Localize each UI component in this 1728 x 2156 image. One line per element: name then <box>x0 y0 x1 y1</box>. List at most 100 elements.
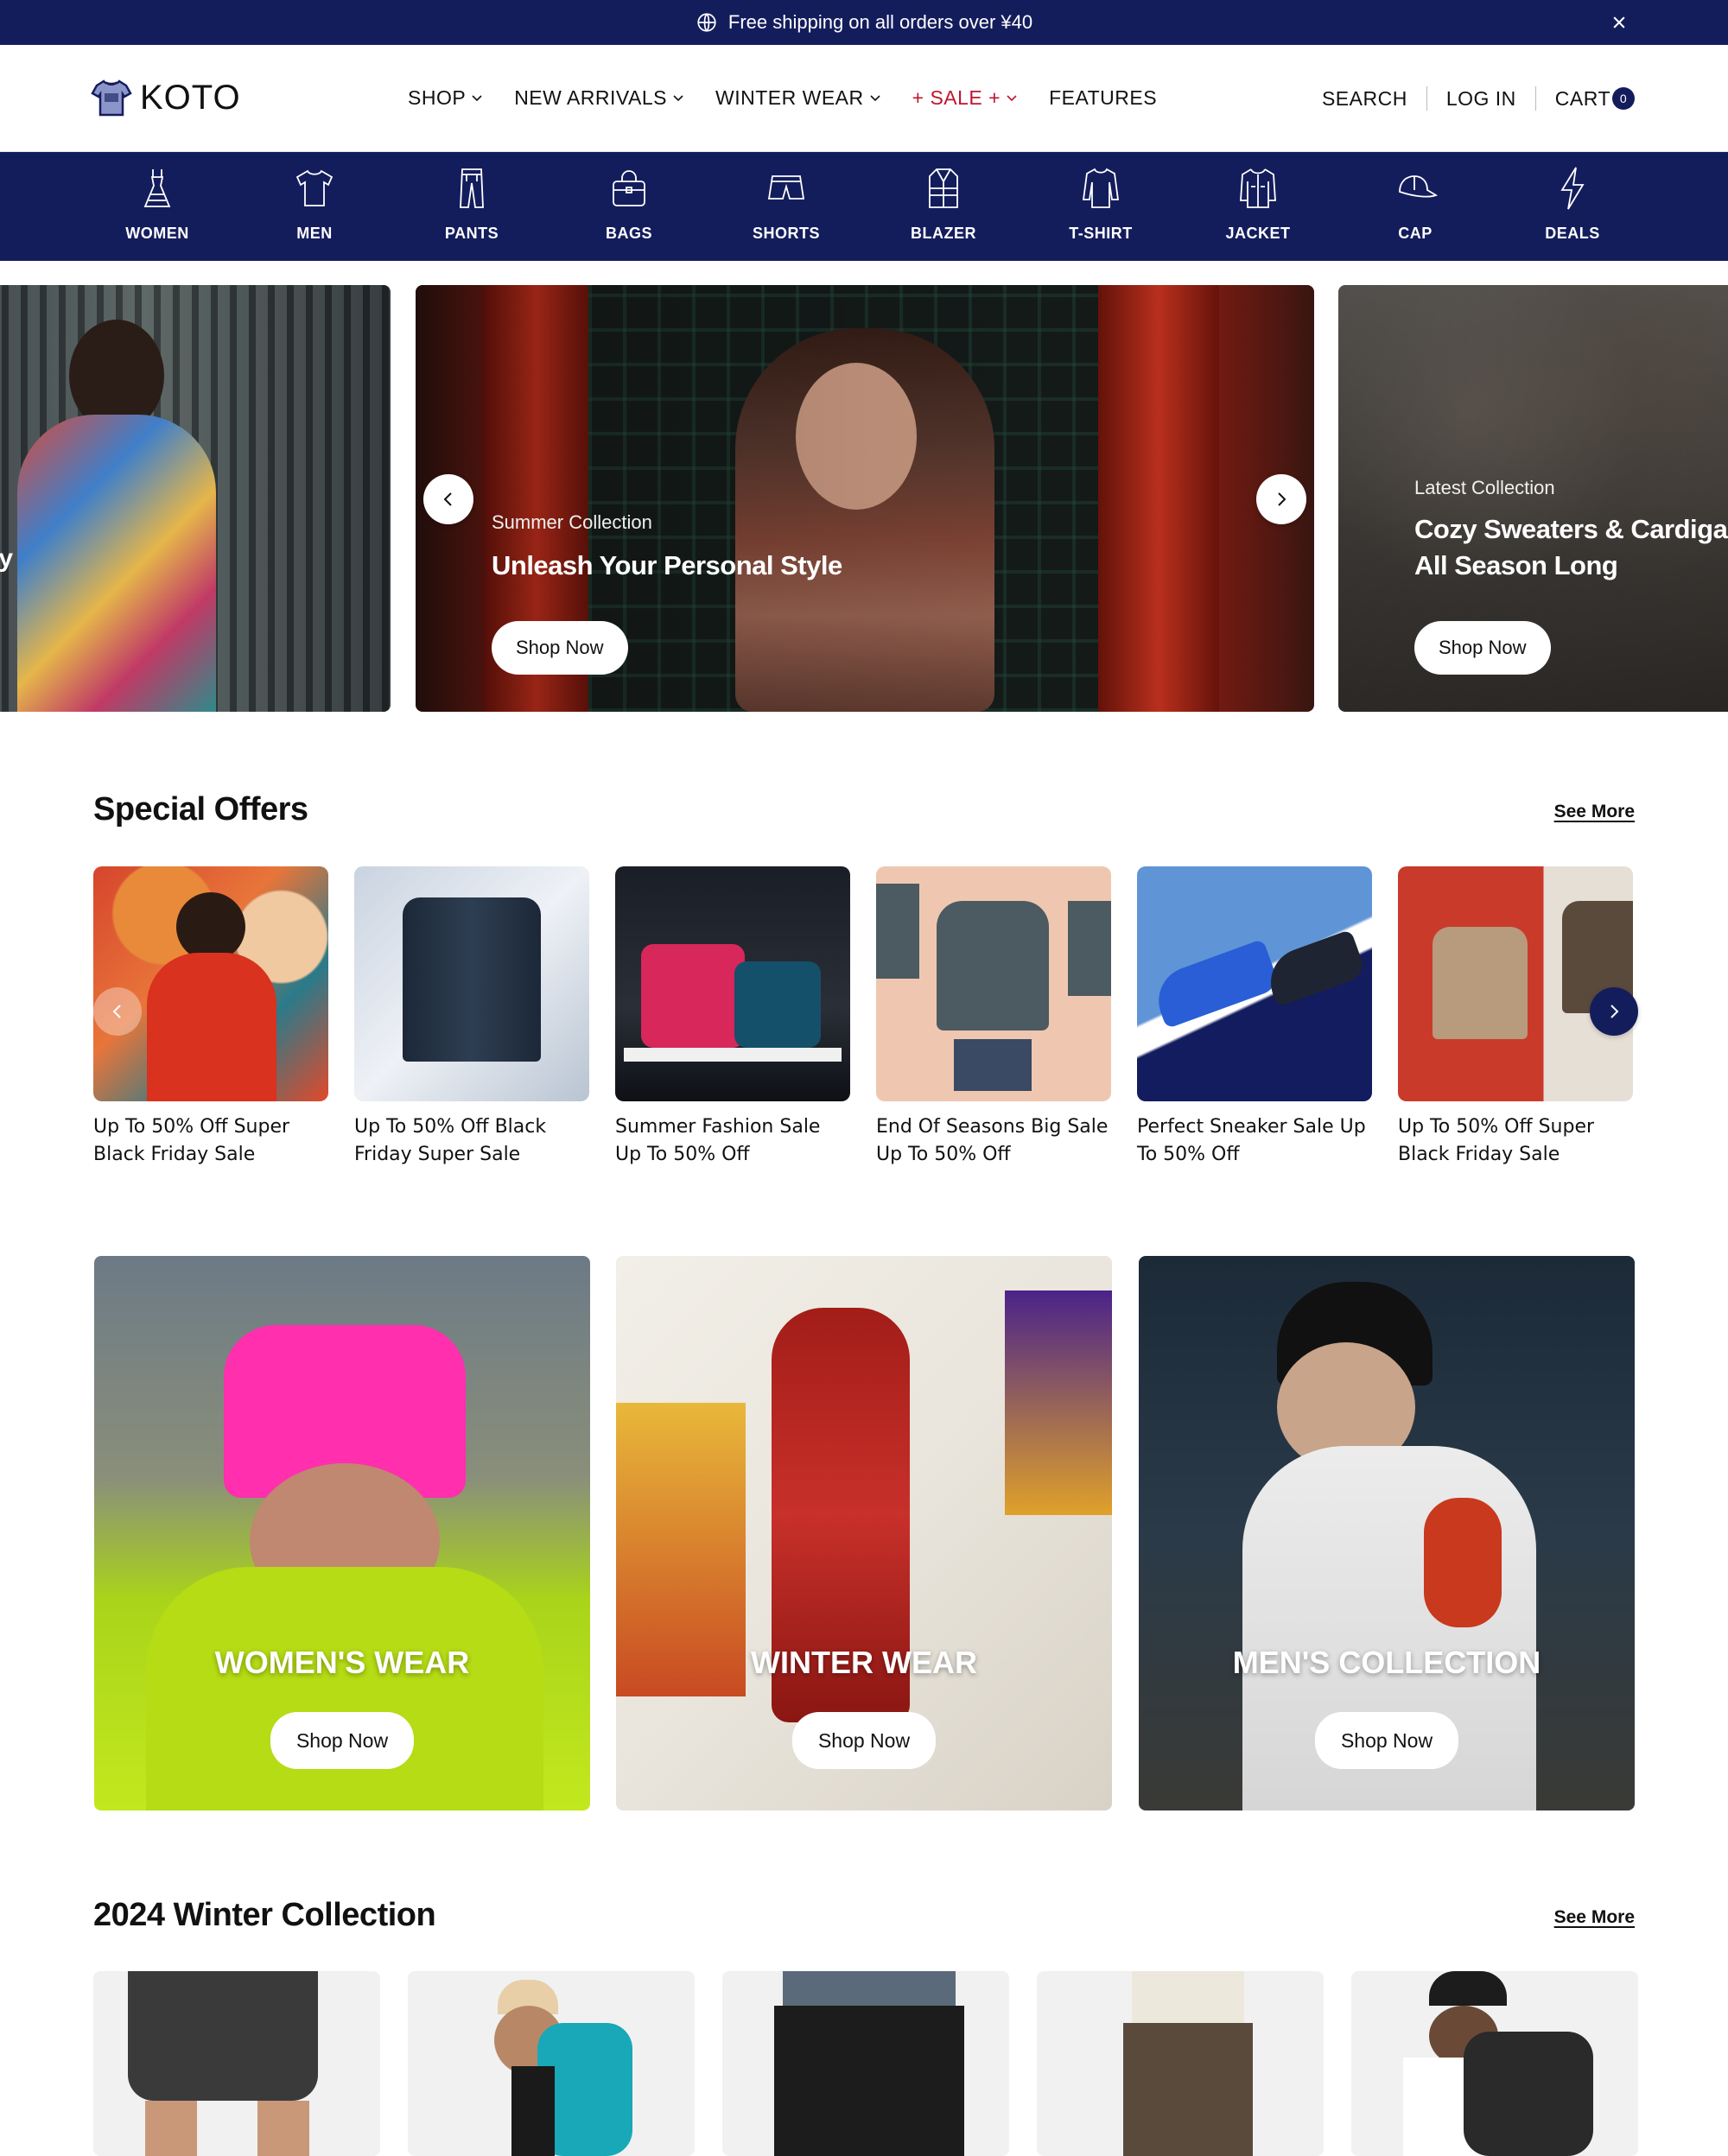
shop-now-button[interactable]: Shop Now <box>1414 621 1551 675</box>
nav-features[interactable]: FEATURES <box>1049 86 1157 110</box>
offer-image <box>1137 866 1372 1101</box>
offer-caption: Up To 50% Off Super Black Friday Sale <box>1398 1113 1633 1169</box>
carousel-prev-button[interactable] <box>93 987 142 1036</box>
site-header: KOTO SHOP NEW ARRIVALS WINTER WEAR + SAL… <box>0 45 1728 152</box>
pants-icon <box>460 168 484 208</box>
shop-now-button[interactable]: Shop Now <box>492 621 628 675</box>
jacket-icon <box>1240 168 1276 208</box>
announcement-text: Free shipping on all orders over ¥40 <box>727 11 1033 33</box>
banner-title: MEN'S COLLECTION <box>1232 1645 1541 1680</box>
product-image <box>1123 2023 1253 2156</box>
chevron-left-icon <box>112 1005 121 1018</box>
login-link[interactable]: LOG IN <box>1446 87 1516 111</box>
banner-title: WOMEN'S WEAR <box>214 1645 470 1680</box>
shop-now-button[interactable]: Shop Now <box>791 1712 937 1769</box>
carousel-next-button[interactable] <box>1590 987 1638 1036</box>
winter-wear-banner[interactable]: WINTER WEAR Shop Now <box>616 1256 1112 1810</box>
category-label: PANTS <box>444 225 499 242</box>
tshirt-icon <box>295 169 334 206</box>
product-image <box>1429 1971 1507 2006</box>
offer-image <box>1398 866 1633 1101</box>
product-card[interactable] <box>93 1971 380 2156</box>
product-image <box>774 2006 964 2156</box>
cart-count-badge: 0 <box>1612 87 1635 110</box>
longsleeve-icon <box>1082 168 1120 208</box>
category-label: BLAZER <box>911 225 976 242</box>
banner-image <box>1005 1290 1112 1515</box>
shop-now-button[interactable]: Shop Now <box>270 1712 415 1769</box>
dress-icon <box>143 169 171 207</box>
category-label: BAGS <box>605 225 652 242</box>
womens-wear-banner[interactable]: WOMEN'S WEAR Shop Now <box>94 1256 590 1810</box>
category-label: JACKET <box>1225 225 1291 242</box>
category-bags[interactable]: BAGS <box>550 152 708 261</box>
product-image <box>145 2101 197 2156</box>
blazer-icon <box>929 168 958 208</box>
search-link[interactable]: SEARCH <box>1322 87 1407 111</box>
offer-caption-line: Black Friday Sale <box>93 1144 256 1165</box>
close-icon[interactable] <box>1607 10 1631 35</box>
slider-next-button[interactable] <box>1256 474 1306 524</box>
offer-image <box>354 866 589 1101</box>
special-offers-carousel: Up To 50% Off Super Black Friday Sale Up… <box>93 866 1638 1177</box>
winter-collection-see-more-link[interactable]: See More <box>1554 1907 1635 1928</box>
logo[interactable]: KOTO <box>90 76 241 119</box>
offer-card[interactable]: Up To 50% Off Black Friday Super Sale <box>354 866 589 1169</box>
logo-shirt-icon <box>91 79 132 117</box>
category-shorts[interactable]: SHORTS <box>708 152 865 261</box>
nav-shop[interactable]: SHOP <box>408 86 483 110</box>
bag-icon <box>613 170 645 206</box>
shop-now-button[interactable]: Shop Now <box>1314 1712 1459 1769</box>
nav-label: WINTER WEAR <box>715 86 864 109</box>
offer-caption-line: End Of Seasons Big Sale <box>876 1116 1109 1138</box>
slide-title-line1: Cozy Sweaters & Cardigan <box>1414 514 1728 544</box>
category-cap[interactable]: CAP <box>1337 152 1494 261</box>
offer-caption: Up To 50% Off Black Friday Super Sale <box>354 1113 589 1169</box>
hero-slide-active[interactable]: Summer Collection Unleash Your Personal … <box>416 285 1314 712</box>
offer-caption-line: Black Friday Sale <box>1398 1144 1560 1165</box>
category-pants[interactable]: PANTS <box>393 152 550 261</box>
mens-collection-banner[interactable]: MEN'S COLLECTION Shop Now <box>1139 1256 1635 1810</box>
category-label: CAP <box>1398 225 1433 242</box>
chevron-down-icon <box>1007 94 1017 101</box>
special-offers-see-more-link[interactable]: See More <box>1554 802 1635 822</box>
slider-prev-button[interactable] <box>423 474 473 524</box>
offer-caption-line: To 50% Off <box>1137 1144 1240 1165</box>
category-women[interactable]: WOMEN <box>79 152 236 261</box>
nav-new-arrivals[interactable]: NEW ARRIVALS <box>514 86 684 110</box>
winter-collection-title: 2024 Winter Collection <box>93 1897 436 1933</box>
offer-caption-line: Up To 50% Off Super <box>93 1116 290 1138</box>
category-tshirt[interactable]: T-SHIRT <box>1022 152 1179 261</box>
cart-link[interactable]: CART 0 <box>1555 87 1635 111</box>
product-image <box>1132 1971 1244 2023</box>
cart-label: CART <box>1554 86 1610 110</box>
offer-caption-line: Up To 50% Off <box>615 1144 750 1165</box>
offer-card[interactable]: Perfect Sneaker Sale Up To 50% Off <box>1137 866 1372 1169</box>
nav-winter-wear[interactable]: WINTER WEAR <box>715 86 881 110</box>
category-blazer[interactable]: BLAZER <box>865 152 1022 261</box>
chevron-down-icon <box>673 94 683 101</box>
offer-card[interactable]: Summer Fashion Sale Up To 50% Off <box>615 866 850 1169</box>
category-men[interactable]: MEN <box>236 152 393 261</box>
product-card[interactable] <box>722 1971 1009 2156</box>
chevron-left-icon <box>443 492 452 506</box>
offer-card[interactable]: End Of Seasons Big Sale Up To 50% Off <box>876 866 1111 1169</box>
chevron-down-icon <box>870 94 880 101</box>
nav-sale[interactable]: + SALE + <box>912 86 1018 110</box>
banner-image <box>146 1567 543 1810</box>
offer-image <box>615 866 850 1101</box>
product-image <box>257 2101 309 2156</box>
offer-caption-line: Up To 50% Off Black <box>354 1116 547 1138</box>
cap-icon <box>1399 175 1439 198</box>
category-jacket[interactable]: JACKET <box>1179 152 1337 261</box>
product-card[interactable] <box>408 1971 695 2156</box>
hero-slide-next[interactable]: Latest Collection Cozy Sweaters & Cardig… <box>1338 285 1728 712</box>
offer-caption-line: Summer Fashion Sale <box>615 1116 821 1138</box>
divider <box>1534 86 1536 111</box>
category-label: DEALS <box>1545 225 1600 242</box>
category-deals[interactable]: DEALS <box>1494 152 1651 261</box>
hero-slide-previous[interactable]: ity <box>0 285 391 712</box>
slide-subtitle: Summer Collection <box>492 511 652 533</box>
product-card[interactable] <box>1037 1971 1324 2156</box>
product-card[interactable] <box>1351 1971 1638 2156</box>
